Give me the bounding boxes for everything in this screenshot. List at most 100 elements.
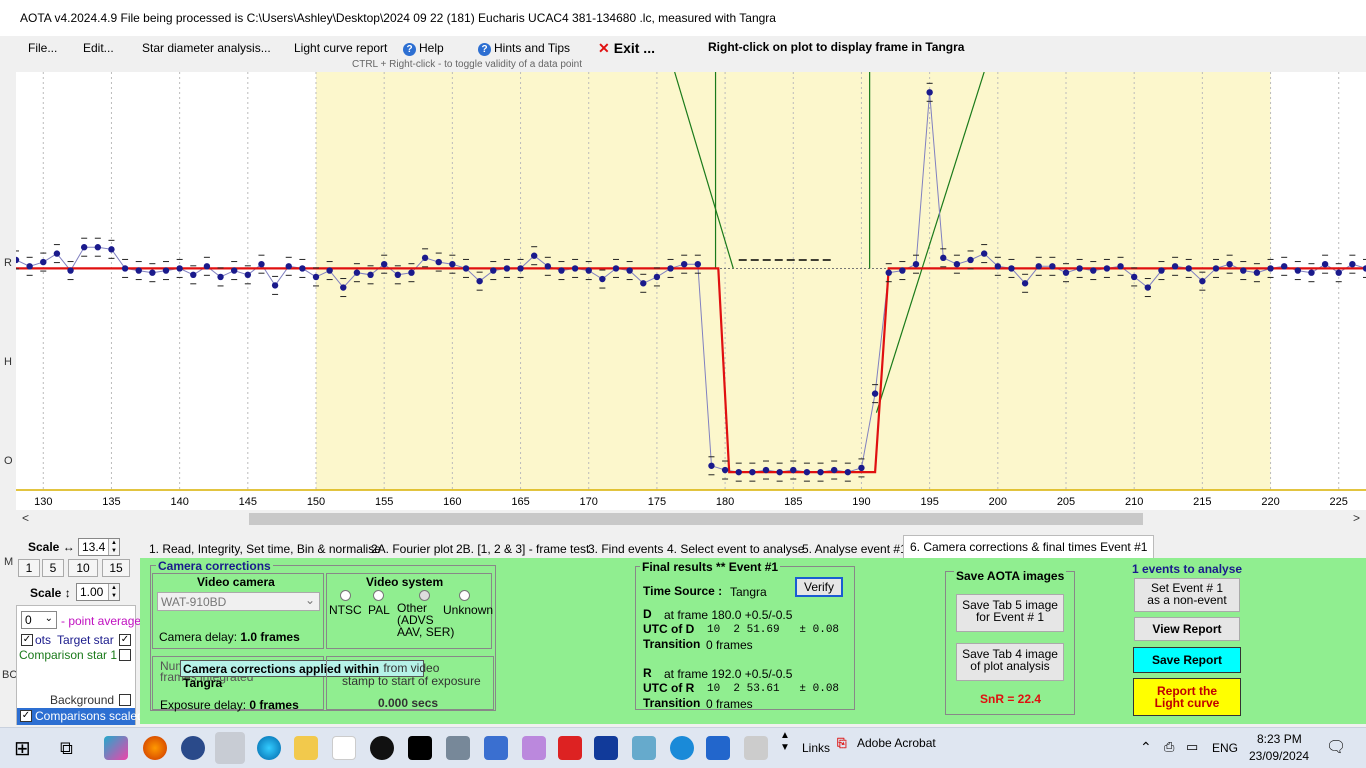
language-indicator[interactable]: ENG bbox=[1212, 741, 1238, 755]
scale-h-value: 13.4 bbox=[82, 540, 106, 554]
pts-label: ots bbox=[35, 633, 52, 647]
x-tick-label: 135 bbox=[102, 496, 120, 508]
clock-time[interactable]: 8:23 PM bbox=[1257, 732, 1302, 746]
scroll-left-icon[interactable]: < bbox=[22, 511, 29, 525]
exposure-delay-text: Exposure delay: bbox=[160, 698, 247, 712]
spin-arrows-icon[interactable]: ▲ ▼ bbox=[108, 539, 119, 555]
menu-hints[interactable]: ? Hints and Tips bbox=[478, 41, 570, 56]
data-point bbox=[421, 254, 429, 262]
notification-icon[interactable]: 🗨 bbox=[1326, 737, 1346, 757]
comparisons-scaled-checkbox[interactable]: ✓ bbox=[20, 710, 32, 722]
view-report-button[interactable]: View Report bbox=[1134, 617, 1240, 641]
zoom-10-button[interactable]: 10 bbox=[68, 559, 98, 577]
task-view-icon[interactable]: ⧉ bbox=[60, 738, 73, 759]
set-non-event-button[interactable]: Set Event # 1 as a non-event bbox=[1134, 578, 1240, 612]
menu-edit[interactable]: Edit... bbox=[83, 41, 114, 55]
comparisons-scaled-row[interactable]: ✓ Comparisons scaled bbox=[17, 708, 144, 725]
c2a-icon[interactable] bbox=[181, 736, 205, 760]
radio-ntsc[interactable] bbox=[340, 590, 351, 601]
scroll-thumb[interactable] bbox=[249, 513, 1143, 525]
tab-analyse-event[interactable]: 5. Analyse event #1 bbox=[795, 538, 914, 558]
data-point bbox=[1130, 273, 1138, 281]
radio-pal[interactable] bbox=[373, 590, 384, 601]
zoom-1-button[interactable]: 1 bbox=[18, 559, 40, 577]
store-icon[interactable] bbox=[332, 736, 356, 760]
camera-app-icon[interactable] bbox=[446, 736, 470, 760]
menu-star-diameter[interactable]: Star diameter analysis... bbox=[142, 41, 271, 55]
clock-date[interactable]: 23/09/2024 bbox=[1249, 749, 1309, 763]
data-point bbox=[67, 267, 74, 274]
data-point bbox=[1335, 269, 1342, 276]
battery-icon[interactable]: ▭ bbox=[1186, 739, 1198, 755]
save-tab4-button[interactable]: Save Tab 4 image of plot analysis bbox=[956, 643, 1064, 681]
series-panel: 0 ⌄ - point average ✓ ots Target star ✓ C… bbox=[16, 605, 144, 725]
tab-camera-corrections[interactable]: 6. Camera corrections & final times Even… bbox=[903, 535, 1155, 559]
target-star-checkbox[interactable]: ✓ bbox=[119, 634, 131, 646]
black-app-icon[interactable] bbox=[408, 736, 432, 760]
spin-arrows-icon[interactable]: ▲ ▼ bbox=[108, 584, 119, 600]
tab-fourier[interactable]: 2A. Fourier plot bbox=[364, 538, 460, 558]
d-frame: at frame 180.0 +0.5/-0.5 bbox=[664, 608, 793, 622]
events-count-label: 1 events to analyse bbox=[1132, 562, 1243, 576]
file-explorer-icon[interactable] bbox=[294, 736, 318, 760]
zoom-5-button[interactable]: 5 bbox=[42, 559, 64, 577]
acrobat-icon[interactable] bbox=[558, 736, 582, 760]
acrobat-link-icon[interactable]: ⎘ bbox=[837, 736, 847, 751]
pal-label: PAL bbox=[368, 603, 390, 617]
background-checkbox[interactable] bbox=[119, 694, 131, 706]
radio-other[interactable] bbox=[419, 590, 430, 601]
light-curve-plot[interactable]: 130 135 140 145 150 155 160 165 170 175 180 185 190 1… bbox=[16, 72, 1366, 512]
paint-icon[interactable] bbox=[522, 736, 546, 760]
scroll-updown-icon[interactable]: ▲ ▼ bbox=[780, 730, 790, 754]
menu-exit-label: Exit ... bbox=[613, 40, 655, 56]
data-point bbox=[80, 244, 88, 251]
aota-taskbar-icon[interactable] bbox=[215, 732, 245, 764]
acrobat-link[interactable]: Adobe Acrobat bbox=[857, 736, 936, 750]
malwarebytes-icon[interactable] bbox=[706, 736, 730, 760]
menu-file[interactable]: File... bbox=[28, 41, 57, 55]
firefox-icon[interactable] bbox=[143, 736, 167, 760]
links-toolbar[interactable]: Links bbox=[802, 741, 830, 755]
data-point bbox=[1117, 263, 1124, 270]
menu-light-curve-report[interactable]: Light curve report bbox=[294, 41, 387, 55]
tab-frame-test[interactable]: 2B. [1, 2 & 3] - frame test bbox=[449, 538, 596, 558]
data-point bbox=[640, 280, 647, 287]
zoom-15-button[interactable]: 15 bbox=[102, 559, 130, 577]
windows-start-icon[interactable]: ⊞ bbox=[14, 736, 31, 761]
device-icon[interactable]: ⎙ bbox=[1164, 739, 1174, 755]
radio-unknown[interactable] bbox=[459, 590, 470, 601]
title-bar: AOTA v4.2024.4.9 File being processed is… bbox=[0, 0, 1366, 36]
save-tab5-button[interactable]: Save Tab 5 image for Event # 1 bbox=[956, 594, 1064, 632]
scroll-right-icon[interactable]: > bbox=[1353, 511, 1360, 525]
camera-select[interactable]: WAT-910BD ⌄ bbox=[157, 592, 320, 611]
verify-button[interactable]: Verify bbox=[795, 577, 843, 597]
x-tick-label: 175 bbox=[648, 496, 666, 508]
save-report-button[interactable]: Save Report bbox=[1133, 647, 1241, 673]
scale-panel: Scale ↔ 13.4 ▲ ▼ 1 5 10 15 Scale ↕ 1.00 ▲ ▼ … bbox=[16, 535, 144, 725]
edge-icon[interactable] bbox=[257, 736, 281, 760]
scale-v-spinner[interactable]: 1.00 ▲ ▼ bbox=[76, 583, 120, 601]
tab-read[interactable]: 1. Read, Integrity, Set time, Bin & norm… bbox=[142, 538, 388, 558]
tab-select-event[interactable]: 4. Select event to analyse bbox=[660, 538, 811, 558]
tools-icon[interactable] bbox=[744, 736, 768, 760]
chevron-up-icon[interactable]: ⌃ bbox=[1140, 739, 1152, 756]
browser-icon[interactable] bbox=[670, 736, 694, 760]
x-tick-label: 145 bbox=[239, 496, 257, 508]
light-curve-svg[interactable]: 130 135 140 145 150 155 160 165 170 175 180 185 190 1… bbox=[16, 72, 1366, 512]
comparison-star-checkbox[interactable] bbox=[119, 649, 131, 661]
tab-find-events[interactable]: 3. Find events bbox=[581, 538, 670, 558]
plot-scrollbar[interactable]: < > bbox=[16, 510, 1366, 528]
report-light-curve-button[interactable]: Report the Light curve bbox=[1133, 678, 1241, 716]
scale-h-spinner[interactable]: 13.4 ▲ ▼ bbox=[78, 538, 120, 556]
copilot-icon[interactable] bbox=[104, 736, 128, 760]
app-icon[interactable] bbox=[484, 736, 508, 760]
pts-checkbox[interactable]: ✓ bbox=[21, 634, 33, 646]
menu-help[interactable]: ? Help bbox=[403, 41, 444, 56]
data-point bbox=[953, 260, 961, 268]
x-tick-label: 155 bbox=[375, 496, 393, 508]
photos-icon[interactable] bbox=[632, 736, 656, 760]
menu-exit[interactable]: ✕ Exit ... bbox=[598, 40, 655, 57]
point-average-select[interactable]: 0 ⌄ bbox=[21, 611, 57, 629]
star-app-icon[interactable] bbox=[594, 736, 618, 760]
moon-app-icon[interactable] bbox=[370, 736, 394, 760]
